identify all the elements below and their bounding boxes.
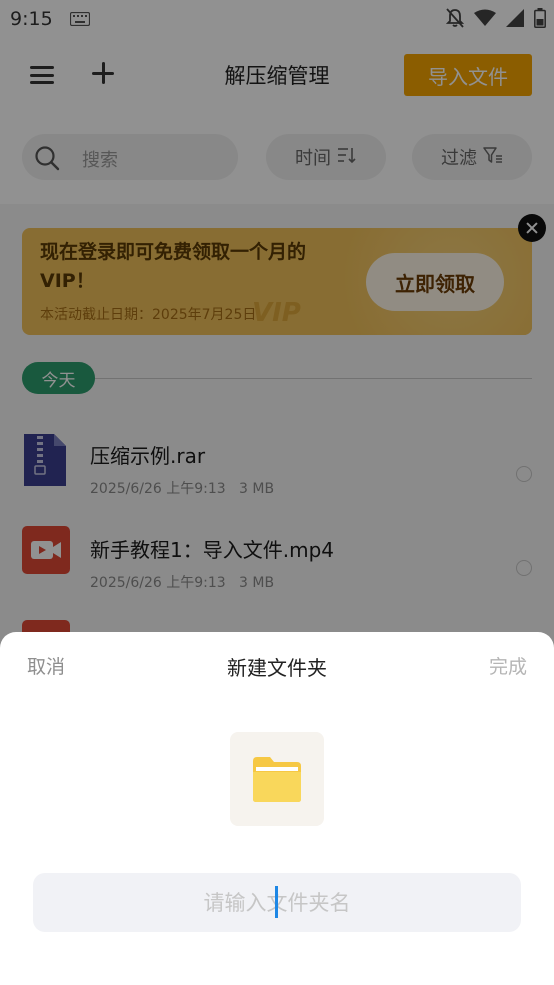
- folder-icon: [230, 732, 324, 826]
- text-caret: [275, 886, 278, 918]
- sheet-title: 新建文件夹: [227, 656, 327, 680]
- new-folder-sheet: 取消 新建文件夹 完成: [0, 632, 554, 985]
- done-button[interactable]: 完成: [489, 652, 527, 679]
